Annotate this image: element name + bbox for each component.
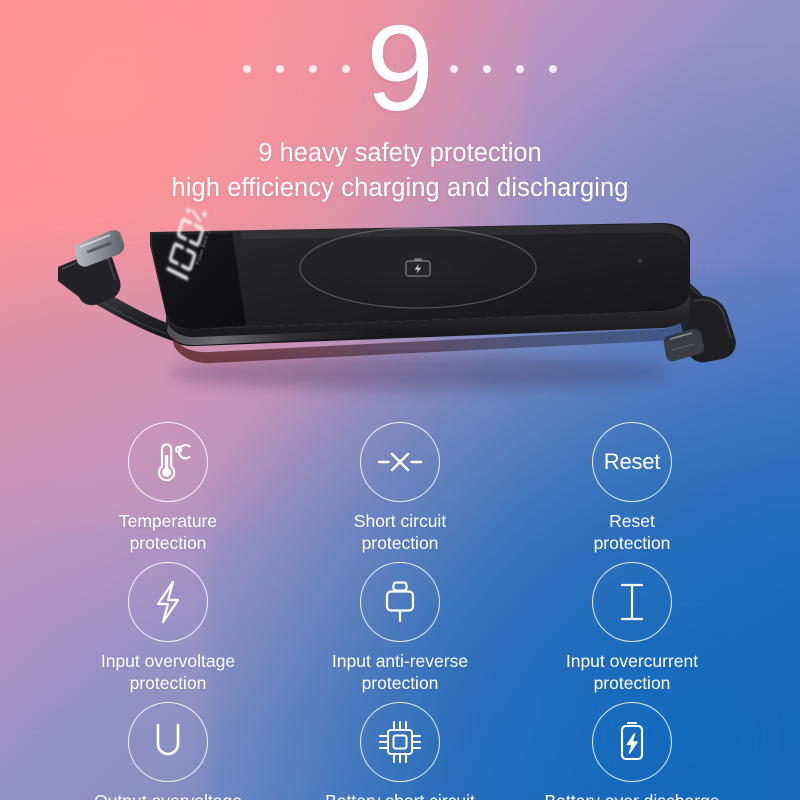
caption-line-2: protection xyxy=(129,672,207,693)
voltage-u-icon xyxy=(128,702,208,782)
caption-line-1: Input overvoltage xyxy=(100,651,236,671)
subtitle-line-1: 9 heavy safety protection xyxy=(258,139,542,167)
product-poster: 9 9 heavy safety protection high efficie… xyxy=(0,0,800,800)
dots-left xyxy=(243,65,351,75)
thermometer-celsius-icon xyxy=(128,422,208,502)
feature-caption: Output overvoltage protection xyxy=(94,791,242,800)
hero-number-row: 9 xyxy=(0,7,800,129)
caption-line-1: Short circuit xyxy=(353,511,447,531)
caption-line-1: Battery short circuit xyxy=(325,791,475,800)
feature-caption: Short circuit protection xyxy=(354,511,446,554)
feature-battery-short-circuit-protection[interactable]: Battery short circuit protection xyxy=(284,694,516,800)
dots-right xyxy=(449,65,557,75)
subtitle: 9 heavy safety protection high efficienc… xyxy=(0,136,800,206)
dot xyxy=(276,65,285,73)
feature-output-overvoltage-protection[interactable]: Output overvoltage protection xyxy=(52,694,284,800)
wireless-charging-pad xyxy=(299,227,537,309)
caption-line-1: Input overcurrent xyxy=(565,651,699,671)
feature-short-circuit-protection[interactable]: Short circuit protection xyxy=(284,414,516,554)
dot xyxy=(482,65,491,73)
product-image: Power Bank 10000 mAh xyxy=(0,205,800,405)
subtitle-line-2: high efficiency charging and discharging xyxy=(171,174,629,202)
usb-plug-icon xyxy=(360,562,440,642)
feature-caption: Battery short circuit protection xyxy=(325,791,475,800)
feature-caption: Battery over discharge protection xyxy=(544,791,719,800)
feature-input-overvoltage-protection[interactable]: Input overvoltage protection xyxy=(52,554,284,694)
power-bank-illustration: Power Bank 10000 mAh xyxy=(58,205,736,390)
feature-caption: Reset protection xyxy=(594,511,671,554)
current-i-icon xyxy=(592,562,672,642)
feature-temperature-protection[interactable]: Temperature protection xyxy=(52,414,284,554)
dot xyxy=(515,65,524,73)
caption-line-2: protection xyxy=(593,532,671,553)
feature-caption: Input overvoltage protection xyxy=(101,651,235,694)
protection-feature-grid: Temperature protection Short circuit pro… xyxy=(0,414,800,800)
dot xyxy=(342,65,351,73)
short-circuit-icon xyxy=(360,422,440,502)
feature-battery-over-discharge-protection[interactable]: Battery over discharge protection xyxy=(516,694,748,800)
header: 9 9 heavy safety protection high efficie… xyxy=(0,0,800,215)
reset-text-icon: Reset xyxy=(592,422,672,502)
dot xyxy=(309,65,318,73)
caption-line-2: protection xyxy=(129,532,207,553)
caption-line-1: Reset xyxy=(609,511,655,531)
caption-line-2: protection xyxy=(593,672,671,693)
caption-line-2: protection xyxy=(361,532,439,553)
reset-icon-label: Reset xyxy=(603,449,661,474)
hero-number: 9 xyxy=(366,0,434,136)
caption-line-2: protection xyxy=(361,672,439,693)
dot xyxy=(243,65,252,73)
feature-input-anti-reverse-protection[interactable]: Input anti-reverse protection xyxy=(284,554,516,694)
caption-line-1: Battery over discharge xyxy=(544,791,719,800)
caption-line-1: Output overvoltage xyxy=(94,791,242,800)
status-led xyxy=(638,259,642,263)
battery-bolt-icon xyxy=(592,702,672,782)
feature-caption: Input anti-reverse protection xyxy=(332,651,468,694)
lightning-bolt-icon xyxy=(128,562,208,642)
feature-reset-protection[interactable]: Reset Reset protection xyxy=(516,414,748,554)
dot xyxy=(449,65,458,73)
feature-caption: Input overcurrent protection xyxy=(566,651,698,694)
caption-line-1: Input anti-reverse xyxy=(331,651,469,671)
caption-line-1: Temperature xyxy=(118,511,218,531)
feature-caption: Temperature protection xyxy=(119,511,217,554)
dot xyxy=(548,65,557,73)
microchip-icon xyxy=(360,702,440,782)
feature-input-overcurrent-protection[interactable]: Input overcurrent protection xyxy=(516,554,748,694)
